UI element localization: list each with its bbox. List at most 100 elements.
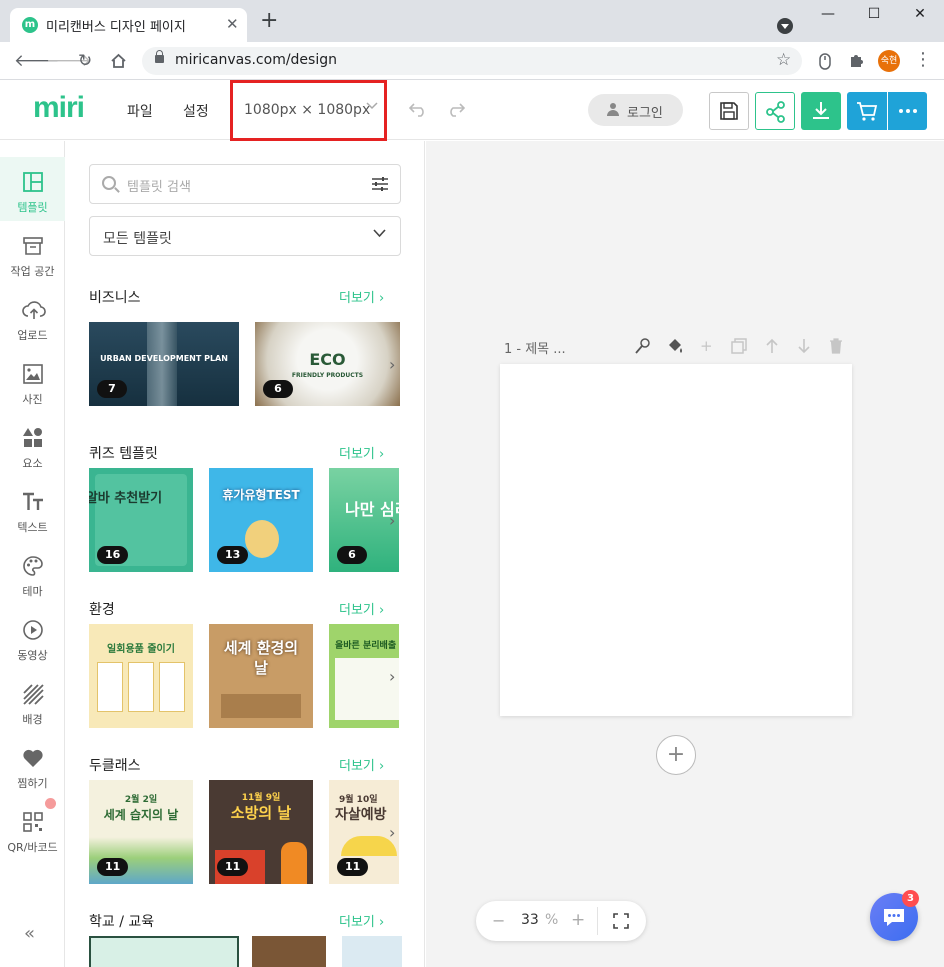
thumbnail-text: 세계 환경의 날 xyxy=(223,639,299,677)
close-window-button[interactable]: ✕ xyxy=(910,6,930,22)
rail-item-video[interactable]: 동영상 xyxy=(0,605,65,669)
category-title: 비즈니스 xyxy=(89,290,141,306)
thumbnail-box xyxy=(221,694,301,718)
page-count-badge: 11 xyxy=(217,858,249,876)
move-up-icon[interactable] xyxy=(765,338,779,354)
rail-item-background[interactable]: 배경 xyxy=(0,669,65,733)
maximize-button[interactable]: ☐ xyxy=(864,6,884,22)
zoom-out-button[interactable]: − xyxy=(492,911,505,930)
rail-label: 요소 xyxy=(22,457,43,470)
browser-toolbar: 🡐 🡒 ↻ miricanvas.com/design ☆ 숙현 ⋮ xyxy=(0,42,944,80)
see-more-link[interactable]: 더보기 › xyxy=(339,287,384,306)
template-thumbnail[interactable]: 일회용품 줄이기 xyxy=(89,624,193,728)
move-down-icon[interactable] xyxy=(797,338,811,354)
chat-unread-badge: 3 xyxy=(902,890,919,907)
template-thumbnail[interactable]: 세계 환경의 날 xyxy=(209,624,313,728)
tab-search-icon[interactable] xyxy=(777,18,793,34)
add-page-button[interactable]: + xyxy=(656,735,696,775)
zoom-control: − 33 % + xyxy=(476,901,646,941)
category-title: 두클래스 xyxy=(89,758,141,774)
lock-icon xyxy=(155,50,164,63)
add-element-icon[interactable]: + xyxy=(700,337,713,355)
zoom-unit: % xyxy=(545,912,559,928)
template-search-input[interactable]: 템플릿 검색 xyxy=(89,164,401,204)
see-more-link[interactable]: 더보기 › xyxy=(339,911,384,930)
page-count-badge: 11 xyxy=(97,858,129,876)
bookmark-star-icon[interactable]: ☆ xyxy=(776,50,791,70)
rail-item-elements[interactable]: 요소 xyxy=(0,413,65,477)
undo-icon[interactable] xyxy=(409,101,427,117)
trash-icon[interactable] xyxy=(829,337,843,354)
login-button[interactable]: 로그인 xyxy=(588,94,683,126)
template-thumbnail[interactable] xyxy=(342,936,402,967)
url-text: miricanvas.com/design xyxy=(175,52,337,68)
save-icon xyxy=(720,102,738,120)
menu-file[interactable]: 파일 xyxy=(127,101,153,121)
more-options-button[interactable] xyxy=(888,92,927,130)
scroll-right-icon[interactable]: › xyxy=(389,667,395,686)
template-thumbnail[interactable]: 꿀알바 추천받기 16 xyxy=(89,468,193,572)
design-artboard[interactable] xyxy=(500,364,852,716)
app-header: miri 파일 설정 1080px × 1080px 로그인 xyxy=(0,80,944,141)
scroll-right-icon[interactable]: › xyxy=(389,511,395,530)
rail-item-favorite[interactable]: 찜하기 xyxy=(0,733,65,797)
template-filter-select[interactable]: 모든 템플릿 xyxy=(89,216,401,256)
new-tab-button[interactable]: + xyxy=(260,10,278,32)
template-thumbnail[interactable]: 11월 9일 소방의 날 11 xyxy=(209,780,313,884)
template-thumbnail[interactable]: 휴가유형TEST 13 xyxy=(209,468,313,572)
magic-wand-icon[interactable] xyxy=(634,337,652,355)
search-icon xyxy=(102,176,116,190)
thumbnail-text: URBAN DEVELOPMENT PLAN xyxy=(100,354,228,363)
cart-button[interactable] xyxy=(847,92,887,130)
elements-icon xyxy=(23,428,42,447)
scroll-right-icon[interactable]: › xyxy=(389,823,395,842)
miri-logo[interactable]: miri xyxy=(33,91,85,125)
rail-item-theme[interactable]: 테마 xyxy=(0,541,65,605)
see-more-link[interactable]: 더보기 › xyxy=(339,599,384,618)
menu-settings[interactable]: 설정 xyxy=(183,101,209,121)
rail-item-photo[interactable]: 사진 xyxy=(0,349,65,413)
puzzle-extension-icon[interactable] xyxy=(848,52,865,69)
browser-menu-icon[interactable]: ⋮ xyxy=(914,50,932,70)
rail-item-upload[interactable]: 업로드 xyxy=(0,285,65,349)
redo-icon[interactable] xyxy=(447,101,465,117)
mouse-extension-icon[interactable] xyxy=(818,53,832,70)
see-more-link[interactable]: 더보기 › xyxy=(339,755,384,774)
minimize-button[interactable]: — xyxy=(818,6,838,22)
template-thumbnail[interactable]: 2월 2일 세계 습지의 날 11 xyxy=(89,780,193,884)
address-bar[interactable]: miricanvas.com/design ☆ xyxy=(142,47,802,75)
filter-sliders-icon[interactable] xyxy=(371,176,389,192)
see-more-link[interactable]: 더보기 › xyxy=(339,443,384,462)
tab-close-icon[interactable]: ✕ xyxy=(226,16,239,32)
collapse-panel-icon[interactable]: « xyxy=(24,923,35,944)
download-button[interactable] xyxy=(801,92,841,130)
canvas-size-select[interactable]: 1080px × 1080px xyxy=(230,80,387,141)
page-count-badge: 16 xyxy=(97,546,129,564)
save-button[interactable] xyxy=(709,92,749,130)
rail-item-workspace[interactable]: 작업 공간 xyxy=(0,221,65,285)
rail-label: 업로드 xyxy=(17,329,48,342)
home-icon[interactable] xyxy=(110,53,127,69)
profile-avatar[interactable]: 숙현 xyxy=(878,50,900,72)
scroll-right-icon[interactable]: › xyxy=(389,355,395,374)
background-icon xyxy=(23,684,44,705)
template-thumbnail[interactable]: ECO FRIENDLY PRODUCTS 6 xyxy=(255,322,400,406)
browser-tab[interactable]: m 미리캔버스 디자인 페이지 ✕ xyxy=(10,8,247,42)
template-thumbnail[interactable] xyxy=(89,936,239,967)
rail-item-template[interactable]: 템플릿 xyxy=(0,157,65,221)
rail-label: 배경 xyxy=(22,713,43,726)
share-button[interactable] xyxy=(755,92,795,130)
zoom-in-button[interactable]: + xyxy=(571,910,585,930)
duplicate-icon[interactable] xyxy=(731,338,747,354)
download-icon xyxy=(813,102,829,119)
template-thumbnail[interactable]: URBAN DEVELOPMENT PLAN 7 xyxy=(89,322,239,406)
reload-icon[interactable]: ↻ xyxy=(78,51,92,71)
rail-item-qr[interactable]: QR/바코드 xyxy=(0,797,65,861)
page-title-label[interactable]: 1 - 제목 ... xyxy=(504,338,566,357)
zoom-value[interactable]: 33 xyxy=(521,912,539,928)
paint-bucket-icon[interactable] xyxy=(666,337,684,355)
template-thumbnail[interactable] xyxy=(252,936,326,967)
thumbnail-text: 꿀알바 추천받기 xyxy=(89,491,163,506)
rail-item-text[interactable]: 텍스트 xyxy=(0,477,65,541)
fullscreen-icon[interactable] xyxy=(613,913,629,929)
